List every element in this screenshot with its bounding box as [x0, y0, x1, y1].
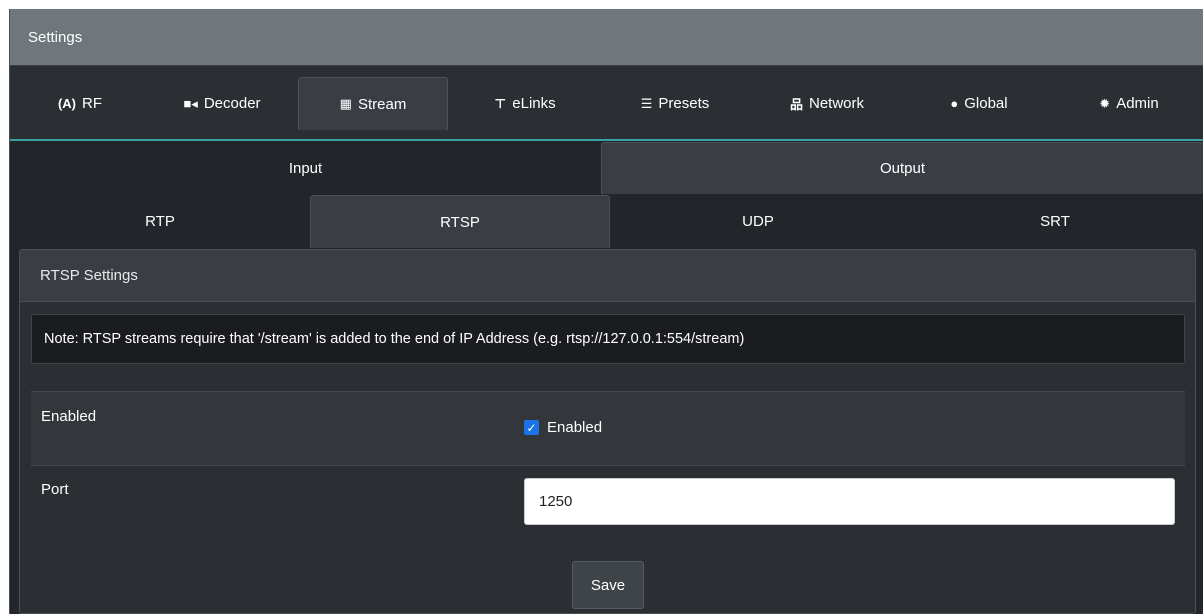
protocol-tab-bar: RTP RTSP UDP SRT: [10, 194, 1203, 248]
tab-srt-label: SRT: [1040, 213, 1070, 230]
tab-network-label: Network: [809, 95, 865, 112]
tab-rf-label: RF: [82, 95, 103, 112]
tab-admin-label: Admin: [1116, 95, 1159, 112]
save-button-label: Save: [590, 576, 626, 594]
list-icon: ☰: [640, 95, 653, 111]
direction-tab-bar: Input Output: [10, 142, 1203, 194]
enabled-checkbox[interactable]: ✓: [524, 420, 539, 435]
video-camera-icon: ■◂: [183, 95, 198, 111]
port-input[interactable]: [524, 478, 1175, 525]
enabled-checkbox-wrap[interactable]: ✓ Enabled: [524, 419, 602, 436]
tab-rtsp-label: RTSP: [440, 213, 480, 231]
tab-global[interactable]: ● Global: [904, 77, 1054, 130]
tab-elinks[interactable]: ⊤ eLinks: [450, 77, 600, 130]
tab-output[interactable]: Output: [601, 142, 1203, 194]
tab-rtsp[interactable]: RTSP: [310, 195, 610, 248]
tab-input-label: Input: [288, 159, 323, 177]
port-label: Port: [41, 481, 69, 498]
window-titlebar: Settings: [10, 9, 1203, 66]
rtsp-settings-panel: RTSP Settings Note: RTSP streams require…: [19, 249, 1196, 614]
enabled-checkbox-label: Enabled: [547, 419, 603, 436]
antenna-icon: (A): [57, 96, 77, 111]
tab-decoder[interactable]: ■◂ Decoder: [152, 77, 292, 130]
main-tab-bar: (A) RF ■◂ Decoder ▦ Stream ⊤ eLinks ☰ Pr…: [10, 66, 1203, 141]
tab-rtp[interactable]: RTP: [10, 195, 310, 248]
tab-elinks-label: eLinks: [512, 95, 556, 112]
enabled-label: Enabled: [41, 408, 97, 425]
gear-icon: ✹: [1099, 95, 1111, 111]
tab-output-label: Output: [879, 160, 926, 177]
tab-global-label: Global: [964, 95, 1008, 112]
window-title: Settings: [28, 28, 83, 46]
rtsp-note-text: Note: RTSP streams require that '/stream…: [44, 331, 745, 347]
tab-presets[interactable]: ☰ Presets: [600, 77, 750, 130]
globe-icon: ●: [950, 96, 959, 111]
enabled-row: Enabled ✓ Enabled: [31, 391, 1185, 465]
tab-network[interactable]: 品 Network: [752, 77, 902, 130]
settings-window: Settings (A) RF ■◂ Decoder ▦ Stream ⊤ eL…: [9, 9, 1203, 614]
tab-input[interactable]: Input: [10, 142, 601, 194]
tab-srt[interactable]: SRT: [906, 195, 1203, 248]
save-button[interactable]: Save: [572, 561, 644, 609]
tab-rf[interactable]: (A) RF: [20, 77, 140, 130]
tab-rtp-label: RTP: [145, 213, 175, 230]
tab-stream[interactable]: ▦ Stream: [298, 77, 448, 130]
panel-header: RTSP Settings: [20, 250, 1195, 302]
tab-udp-label: UDP: [742, 213, 774, 230]
tab-admin[interactable]: ✹ Admin: [1054, 77, 1203, 130]
film-icon: ▦: [339, 96, 352, 111]
panel-title: RTSP Settings: [40, 267, 138, 284]
rtsp-note: Note: RTSP streams require that '/stream…: [31, 314, 1185, 364]
network-links-icon: ⊤: [494, 95, 507, 111]
tab-udp[interactable]: UDP: [610, 195, 906, 248]
sitemap-icon: 品: [789, 97, 803, 112]
tab-presets-label: Presets: [658, 95, 710, 112]
tab-stream-label: Stream: [357, 95, 407, 113]
tab-decoder-label: Decoder: [203, 95, 261, 112]
port-row: Port: [31, 465, 1185, 545]
